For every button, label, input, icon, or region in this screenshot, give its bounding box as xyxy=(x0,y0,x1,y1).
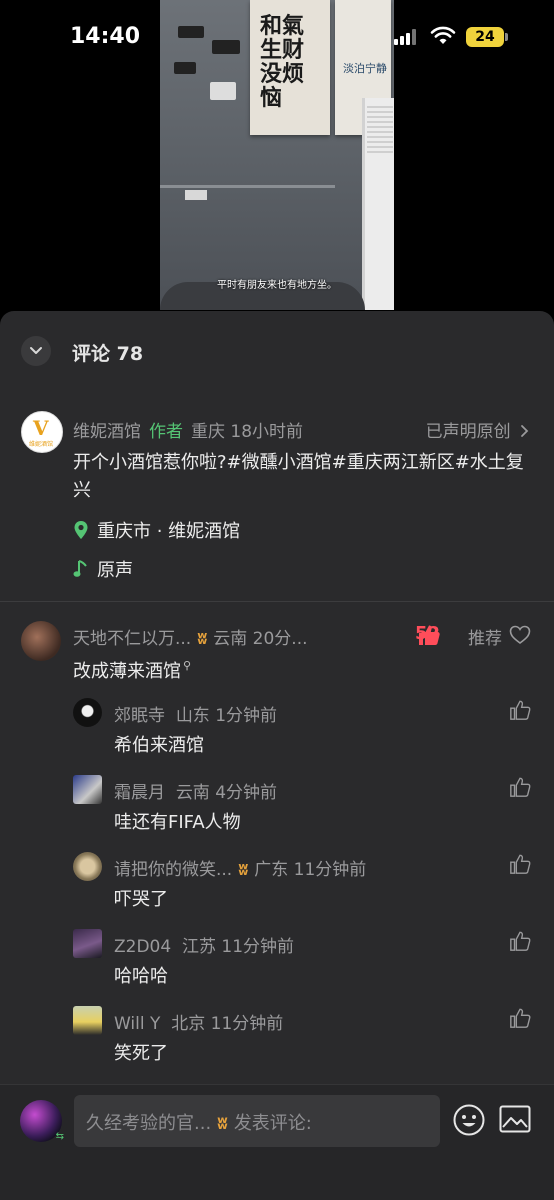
thumbs-up-icon[interactable] xyxy=(509,699,531,721)
reply-item: Will Y 北京 11分钟前 笑死了 xyxy=(0,1006,554,1083)
reply-location-time: 山东 1分钟前 xyxy=(175,706,278,726)
reply-item: 霜晨月 云南 4分钟前 哇还有FIFA人物 xyxy=(0,775,554,852)
thumbs-up-icon[interactable] xyxy=(509,853,531,875)
video-subtitle: 平时有朋友来也有地方坐。 xyxy=(217,280,337,291)
wall-sticker xyxy=(178,26,204,38)
comments-sheet: 评论 78 V 维妮酒馆 维妮酒馆 作者 重庆 18小时前 已声明原创 开个小酒馆惹… xyxy=(0,311,554,1200)
switch-account-icon[interactable]: ⇆ xyxy=(56,1131,64,1142)
reply-location-time: 江苏 11分钟前 xyxy=(182,937,295,957)
reply-meta: Will Y 北京 11分钟前 xyxy=(114,1009,283,1034)
author-post: V 维妮酒馆 维妮酒馆 作者 重庆 18小时前 已声明原创 开个小酒馆惹你啦?#微醺… xyxy=(0,391,554,601)
wifi-icon xyxy=(430,26,456,44)
post-text: 开个小酒馆惹你啦?#微醺小酒馆#重庆两江新区#水土复兴 xyxy=(73,452,524,501)
reply-user[interactable]: 郊眠寺 xyxy=(114,706,165,726)
avatar-logo-text: 维妮酒馆 xyxy=(29,441,54,448)
calligraphy-text: 和氣生财没烦恼 xyxy=(260,13,305,111)
wall-outlet xyxy=(185,190,207,200)
video-wall xyxy=(160,185,335,188)
comment-location-time: 云南 20分... xyxy=(213,629,308,649)
my-avatar[interactable]: ⇆ xyxy=(20,1100,64,1142)
comments-count-title: 评论 78 xyxy=(72,343,144,365)
comment-input-placeholder: 久经考验的官... ʬ 发表评论: xyxy=(86,1109,312,1135)
reply-user[interactable]: 请把你的微笑... xyxy=(114,860,232,880)
reply-avatar[interactable] xyxy=(73,929,102,958)
comments-header: 评论 78 xyxy=(0,311,554,391)
reply-meta: Z2D04 江苏 11分钟前 xyxy=(114,932,294,957)
original-label: 已声明原创 xyxy=(425,422,511,442)
comment-input-bar: ⇆ 久经考验的官... ʬ 发表评论: xyxy=(0,1084,554,1200)
commenter-avatar[interactable] xyxy=(21,621,61,661)
collapse-button[interactable] xyxy=(21,336,51,366)
reply-meta: 请把你的微笑... ʬ 广东 11分钟前 xyxy=(114,855,366,880)
reply-user[interactable]: Will Y xyxy=(114,1014,160,1034)
reply-text: 哈哈哈 xyxy=(114,966,168,987)
reply-location-time: 云南 4分钟前 xyxy=(175,783,278,803)
vip-badge-icon: ʬ xyxy=(238,860,249,880)
comment-item: 天地不仁以万...ʬ云南 20分... 52 推荐 改成薄来酒馆⚲ xyxy=(0,621,554,691)
commenter-name[interactable]: 天地不仁以万... xyxy=(73,629,191,649)
reply-text: 哇还有FIFA人物 xyxy=(114,812,241,833)
vip-badge-icon: ʬ xyxy=(197,629,208,649)
reply-user[interactable]: Z2D04 xyxy=(114,937,171,957)
comment-body: 改成薄来酒馆 xyxy=(73,661,181,682)
location-text: 重庆市 · 维妮酒馆 xyxy=(97,521,241,542)
calligraphy-scroll: 和氣生财没烦恼 xyxy=(250,0,330,135)
original-declaration[interactable]: 已声明原创 xyxy=(426,417,530,442)
divider xyxy=(0,601,554,602)
image-icon[interactable] xyxy=(499,1105,531,1133)
reply-meta: 霜晨月 云南 4分钟前 xyxy=(114,778,277,803)
reply-item: 郊眠寺 山东 1分钟前 希伯来酒馆 xyxy=(0,698,554,775)
avatar-logo-letter: V xyxy=(33,416,49,440)
commenter-meta: 天地不仁以万... ʬ 云南 20分... xyxy=(73,624,308,649)
input-user-name: 久经考验的官... xyxy=(86,1113,212,1134)
recommend-label: 推荐 xyxy=(468,629,502,649)
reply-item: Z2D04 江苏 11分钟前 哈哈哈 xyxy=(0,929,554,1006)
thumbs-up-icon[interactable] xyxy=(509,930,531,952)
status-time: 14:40 xyxy=(70,24,141,49)
music-note-icon xyxy=(73,560,87,577)
author-meta: 维妮酒馆 作者 重庆 18小时前 xyxy=(73,417,303,442)
wall-sticker xyxy=(210,82,236,100)
reply-meta: 郊眠寺 山东 1分钟前 xyxy=(114,701,277,726)
reply-avatar[interactable] xyxy=(73,1006,102,1035)
reply-text: 希伯来酒馆 xyxy=(114,735,204,756)
location-link[interactable]: 重庆市 · 维妮酒馆 xyxy=(73,517,240,543)
search-icon[interactable]: ⚲ xyxy=(183,659,191,672)
cellular-signal-icon xyxy=(394,29,418,45)
vip-badge-icon: ʬ xyxy=(217,1113,228,1134)
reply-user[interactable]: 霜晨月 xyxy=(114,783,165,803)
author-tag: 作者 xyxy=(149,422,183,442)
input-placeholder-text: 发表评论: xyxy=(233,1113,312,1134)
chevron-right-icon xyxy=(521,425,529,437)
heart-icon[interactable] xyxy=(509,625,531,645)
wall-sticker xyxy=(212,40,240,54)
reply-avatar[interactable] xyxy=(73,852,102,881)
reply-text: 笑死了 xyxy=(114,1043,168,1064)
battery-tip xyxy=(505,33,508,41)
reply-text: 吓哭了 xyxy=(114,889,168,910)
comment-input[interactable]: 久经考验的官... ʬ 发表评论: xyxy=(74,1095,440,1147)
comment-text: 改成薄来酒馆 ⚲ xyxy=(73,657,191,683)
battery-indicator: 24 xyxy=(466,27,504,47)
music-text: 原声 xyxy=(97,560,133,581)
thumbs-up-icon[interactable] xyxy=(417,624,441,646)
emoji-icon[interactable] xyxy=(452,1103,486,1137)
calligraphy-text-2: 淡泊宁静 xyxy=(343,62,387,75)
thumbs-up-icon[interactable] xyxy=(509,1007,531,1029)
chevron-down-icon xyxy=(30,347,42,354)
wall-sticker xyxy=(174,62,196,74)
reply-avatar[interactable] xyxy=(73,698,102,727)
location-pin-icon xyxy=(74,521,88,539)
reply-item: 请把你的微笑... ʬ 广东 11分钟前 吓哭了 xyxy=(0,852,554,929)
reply-location-time: 北京 11分钟前 xyxy=(171,1014,284,1034)
reply-avatar[interactable] xyxy=(73,775,102,804)
author-name[interactable]: 维妮酒馆 xyxy=(73,422,141,442)
thumbs-up-icon[interactable] xyxy=(509,776,531,798)
author-avatar[interactable]: V 维妮酒馆 xyxy=(21,411,63,453)
author-location-time: 重庆 18小时前 xyxy=(191,422,304,442)
music-link[interactable]: 原声 xyxy=(73,556,133,582)
reply-location-time: 广东 11分钟前 xyxy=(254,860,367,880)
